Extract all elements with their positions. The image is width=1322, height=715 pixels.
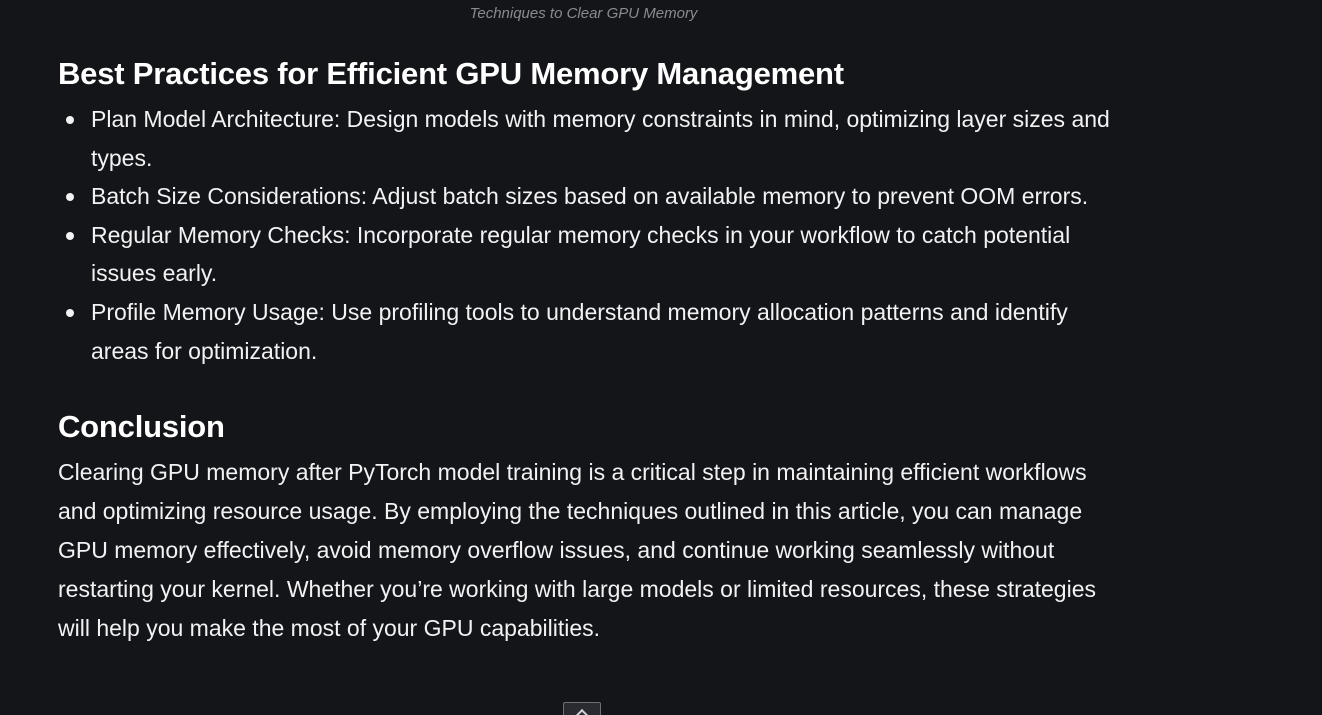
conclusion-heading: Conclusion	[58, 409, 225, 445]
article-page: Techniques to Clear GPU Memory Best Prac…	[0, 0, 1322, 715]
list-item-text: Regular Memory Checks: Incorporate regul…	[91, 221, 1071, 287]
list-item: Regular Memory Checks: Incorporate regul…	[66, 216, 1118, 293]
list-item: Batch Size Considerations: Adjust batch …	[66, 177, 1118, 216]
conclusion-section: Conclusion Clearing GPU memory after PyT…	[58, 407, 1118, 648]
image-caption: Techniques to Clear GPU Memory	[469, 5, 698, 22]
article-content: Best Practices for Efficient GPU Memory …	[58, 54, 1118, 648]
bullet-icon	[66, 231, 74, 240]
bullet-icon	[66, 308, 74, 317]
list-item-text: Profile Memory Usage: Use profiling tool…	[91, 298, 1068, 364]
bullet-icon	[66, 193, 74, 202]
conclusion-paragraph: Clearing GPU memory after PyTorch model …	[58, 459, 1096, 642]
list-item: Profile Memory Usage: Use profiling tool…	[66, 293, 1118, 370]
best-practices-heading: Best Practices for Efficient GPU Memory …	[58, 56, 844, 91]
scroll-to-top-button[interactable]	[563, 702, 601, 715]
chevron-up-icon	[574, 708, 590, 715]
list-item-text: Batch Size Considerations: Adjust batch …	[91, 183, 1089, 210]
list-item: Plan Model Architecture: Design models w…	[66, 100, 1118, 177]
bullet-icon	[66, 116, 74, 124]
best-practices-section: Best Practices for Efficient GPU Memory …	[58, 54, 1118, 370]
list-item-text: Plan Model Architecture: Design models w…	[91, 106, 1110, 171]
best-practices-list: Plan Model Architecture: Design models w…	[58, 100, 1118, 370]
